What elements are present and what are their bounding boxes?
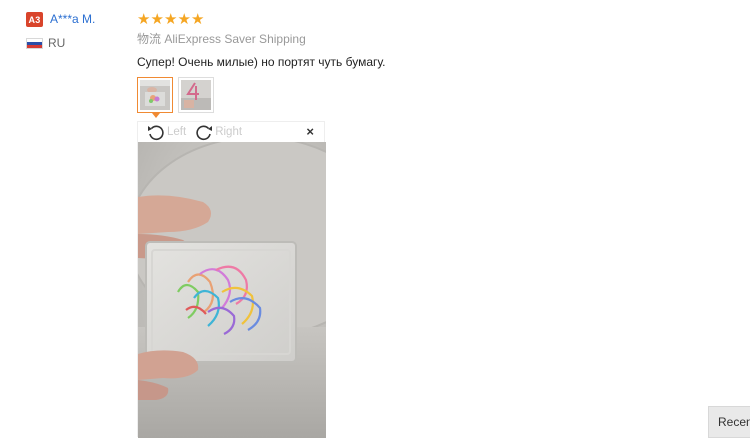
star-icon: ★ [150, 10, 164, 28]
review-photo-number-4 [181, 80, 211, 110]
paperclips-box-photo [138, 142, 326, 438]
shipping-info: 物流 AliExpress Saver Shipping [137, 32, 386, 47]
close-icon[interactable]: × [306, 125, 314, 138]
reviewer-country: RU [26, 36, 126, 50]
viewer-toolbar: Left Right × [138, 122, 324, 142]
image-viewer: Left Right × [137, 121, 326, 438]
rotate-left-label: Left [167, 126, 187, 138]
review-text: Супер! Очень милые) но портят чуть бумаг… [137, 55, 386, 69]
review-thumbnails [137, 77, 219, 118]
country-code: RU [48, 36, 66, 50]
star-icon: ★ [164, 10, 178, 28]
shipping-method: AliExpress Saver Shipping [164, 32, 306, 46]
rotate-right-icon [196, 125, 213, 141]
avatar: A3 [26, 12, 43, 27]
rotate-right-button[interactable]: Right [194, 123, 242, 141]
shipping-chinese-label: 物流 [137, 32, 162, 46]
star-icon: ★ [191, 10, 205, 28]
reviewer-name[interactable]: A***a M. [50, 12, 95, 27]
recent-button[interactable]: Recent [708, 406, 750, 438]
star-icon: ★ [137, 10, 151, 28]
review-photo-paperclips [140, 80, 170, 110]
review-content: ★ ★ ★ ★ ★ 物流 AliExpress Saver Shipping Супер… [137, 11, 386, 70]
russia-flag-icon [26, 37, 43, 49]
review-photo [138, 142, 326, 438]
reviewer-row: A3 A***a M. [26, 12, 126, 27]
selected-indicator [152, 113, 160, 118]
thumbnail-photo-2[interactable] [178, 77, 214, 113]
star-rating: ★ ★ ★ ★ ★ [137, 11, 386, 27]
rotate-right-label: Right [215, 126, 243, 138]
thumbnail-photo-1[interactable] [137, 77, 173, 118]
rotate-left-button[interactable]: Left [146, 123, 186, 141]
rotate-left-icon [148, 125, 164, 141]
star-icon: ★ [177, 10, 191, 28]
reviewer-info: A3 A***a M. RU [26, 12, 126, 50]
